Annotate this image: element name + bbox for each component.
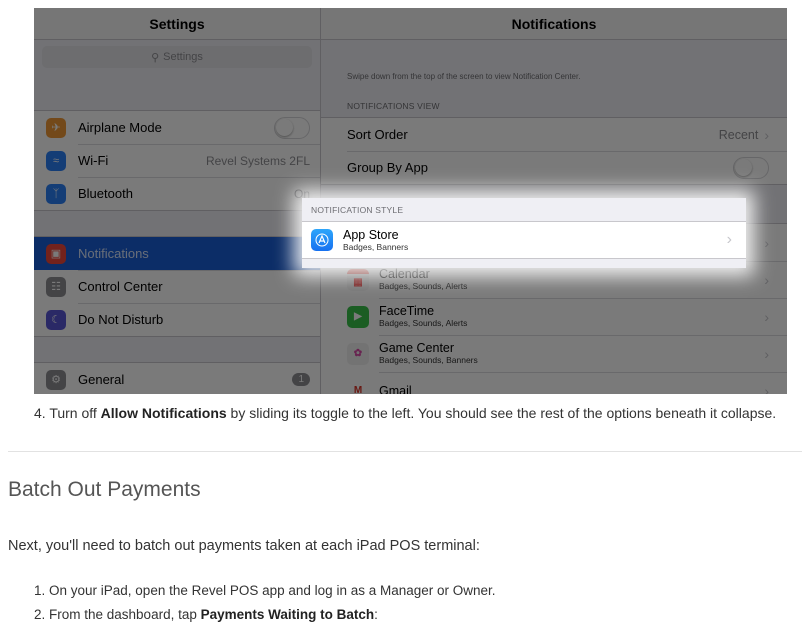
alerts-group: ▣ Notifications ☷ Control Center ☾ Do No… (34, 236, 320, 337)
sort-order-value: Recent (718, 127, 759, 142)
search-icon: ⚲ (151, 51, 160, 64)
chevron-right-icon: › (764, 126, 769, 143)
group-by-app-toggle[interactable] (733, 156, 769, 179)
chevron-right-icon: › (764, 234, 769, 251)
row-label: Notifications (78, 246, 149, 261)
step-4: 4. Turn off Allow Notifications by slidi… (34, 405, 776, 421)
bluetooth-icon: ᛉ (46, 183, 66, 204)
app-row-app-store-highlighted[interactable]: App Store Badges, Banners › (302, 221, 746, 259)
chevron-right-icon: › (764, 271, 769, 288)
sort-order-label: Sort Order (347, 127, 408, 142)
notifications-icon: ▣ (46, 243, 66, 264)
wifi-icon: ≈ (46, 150, 66, 171)
chevron-right-icon: › (726, 231, 732, 248)
notifications-title: Notifications (321, 8, 787, 40)
app-name: Calendar (379, 267, 430, 281)
app-sub: Badges, Sounds, Alerts (379, 318, 468, 328)
step-2-suffix: : (374, 607, 378, 622)
airplane-toggle[interactable] (274, 116, 310, 139)
notification-center-hint: Swipe down from the top of the screen to… (347, 72, 581, 81)
notifications-view-header: NOTIFICATIONS VIEW (347, 101, 440, 111)
settings-row-airplane[interactable]: ✈ Airplane Mode (34, 111, 320, 144)
facetime-icon: ▶ (347, 305, 369, 328)
app-sub: Badges, Sounds, Banners (379, 355, 478, 365)
settings-row-bluetooth[interactable]: ᛉ Bluetooth On (34, 177, 320, 210)
settings-title: Settings (34, 8, 320, 40)
chevron-right-icon: › (764, 382, 769, 395)
app-row-gmail[interactable]: M Gmail › (321, 372, 787, 394)
sort-order-row[interactable]: Sort Order Recent › (321, 118, 787, 151)
row-value: Revel Systems 2FL (205, 153, 310, 168)
step-2-bold: Payments Waiting to Batch (200, 607, 375, 622)
settings-row-general[interactable]: ⚙ General 1 (34, 363, 320, 394)
highlighted-app-store-row: NOTIFICATION STYLE App Store Badges, Ban… (302, 198, 746, 268)
notification-style-header: NOTIFICATION STYLE (311, 205, 404, 215)
group-by-app-label: Group By App (347, 160, 428, 175)
step-4-suffix: by sliding its toggle to the left. You s… (226, 405, 777, 421)
step-4-bold: Allow Notifications (100, 405, 227, 421)
app-name: FaceTime (379, 304, 435, 318)
game-center-icon: ✿ (347, 342, 369, 365)
airplane-icon: ✈ (46, 117, 66, 138)
gear-icon: ⚙ (46, 369, 66, 390)
row-label: Do Not Disturb (78, 312, 164, 327)
intro-paragraph: Next, you'll need to batch out payments … (8, 538, 480, 554)
row-label: General (78, 372, 125, 387)
app-name: App Store (343, 227, 399, 242)
settings-row-wifi[interactable]: ≈ Wi-Fi Revel Systems 2FL (34, 144, 320, 177)
settings-row-notifications[interactable]: ▣ Notifications (34, 237, 320, 270)
app-row-facetime[interactable]: ▶ FaceTime Badges, Sounds, Alerts › (321, 298, 787, 335)
step-1: 1. On your iPad, open the Revel POS app … (34, 583, 496, 598)
calendar-icon: ▦ (347, 268, 369, 291)
settings-search[interactable]: ⚲ Settings (42, 46, 312, 68)
app-sub: Badges, Banners (343, 241, 409, 252)
settings-row-do-not-disturb[interactable]: ☾ Do Not Disturb (34, 303, 320, 336)
app-row-game-center[interactable]: ✿ Game Center Badges, Sounds, Banners › (321, 335, 787, 372)
step-2: 2. From the dashboard, tap Payments Wait… (34, 607, 378, 622)
app-name: Game Center (379, 341, 455, 355)
row-label: Bluetooth (78, 186, 133, 201)
app-name: Gmail (379, 383, 412, 395)
control-center-icon: ☷ (46, 276, 66, 297)
row-label: Airplane Mode (78, 120, 162, 135)
moon-icon: ☾ (46, 309, 66, 330)
app-store-icon (311, 229, 333, 251)
settings-row-control-center[interactable]: ☷ Control Center (34, 270, 320, 303)
row-label: Control Center (78, 279, 163, 294)
step-4-prefix: 4. Turn off (34, 405, 101, 421)
section-divider (8, 451, 802, 452)
general-group: ⚙ General 1 (34, 362, 320, 394)
app-sub: Badges, Sounds, Alerts (379, 281, 468, 291)
chevron-right-icon: › (764, 345, 769, 362)
general-badge: 1 (292, 373, 310, 386)
search-placeholder: Settings (163, 51, 203, 63)
row-label: Wi-Fi (78, 153, 109, 168)
step-2-prefix: 2. From the dashboard, tap (34, 607, 201, 622)
gmail-icon: M (347, 379, 369, 394)
group-by-app-row[interactable]: Group By App (321, 151, 787, 184)
section-heading: Batch Out Payments (8, 478, 201, 501)
connectivity-group: ✈ Airplane Mode ≈ Wi-Fi Revel Systems 2F… (34, 110, 320, 211)
settings-sidebar: Settings ⚲ Settings ✈ Airplane Mode ≈ Wi… (34, 8, 321, 394)
notifications-view-group: Sort Order Recent › Group By App (321, 117, 787, 185)
chevron-right-icon: › (764, 308, 769, 325)
